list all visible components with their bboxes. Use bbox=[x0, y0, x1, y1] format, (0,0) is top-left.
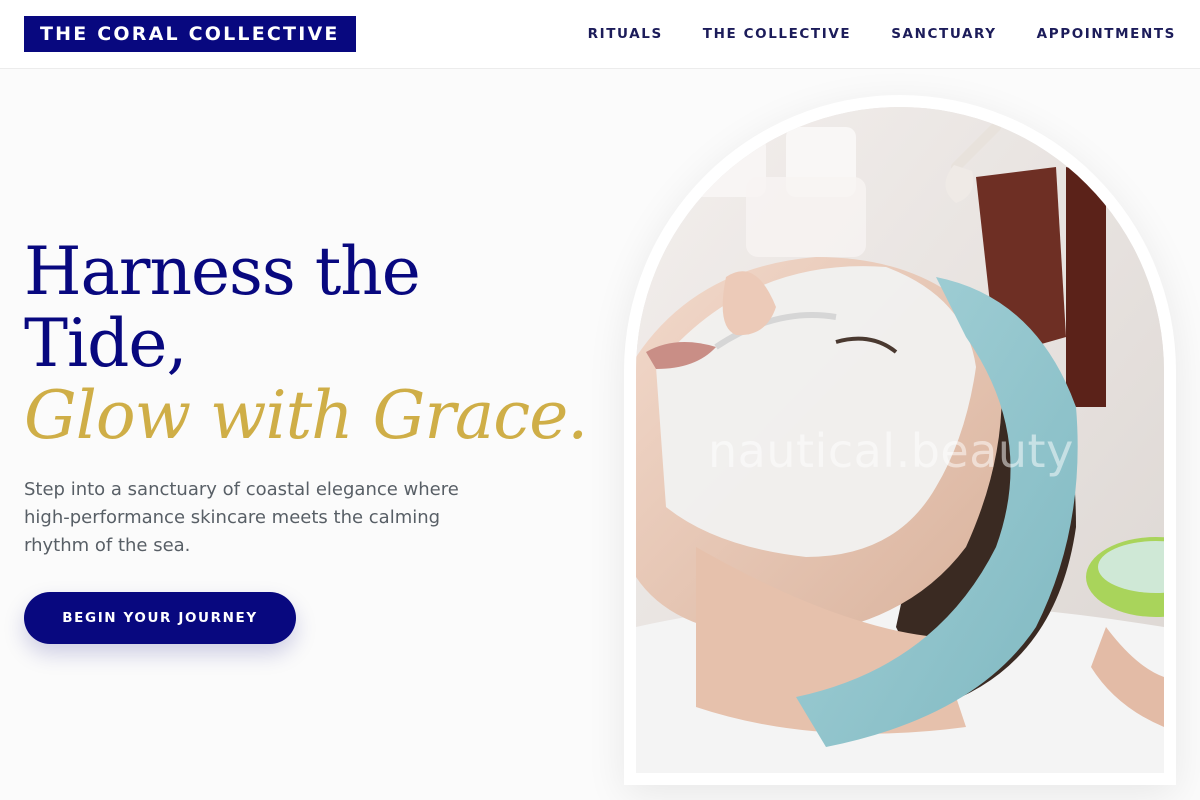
brand-logo[interactable]: THE CORAL COLLECTIVE bbox=[24, 16, 356, 52]
facial-treatment-image: nautical.beauty bbox=[636, 107, 1164, 773]
hero-subtext: Step into a sanctuary of coastal eleganc… bbox=[24, 479, 459, 556]
main-nav: RITUALS THE COLLECTIVE SANCTUARY APPOINT… bbox=[588, 24, 1176, 44]
hero-headline: Harness the Tide, Glow with Grace. bbox=[24, 233, 588, 454]
site-header: THE CORAL COLLECTIVE RITUALS THE COLLECT… bbox=[0, 0, 1200, 69]
headline-line-1: Harness the bbox=[24, 233, 421, 310]
image-watermark: nautical.beauty bbox=[708, 424, 1074, 478]
nav-link-rituals[interactable]: RITUALS bbox=[588, 24, 663, 44]
nav-link-sanctuary[interactable]: SANCTUARY bbox=[891, 24, 996, 44]
begin-journey-button[interactable]: BEGIN YOUR JOURNEY bbox=[24, 592, 296, 644]
nav-link-appointments[interactable]: APPOINTMENTS bbox=[1037, 24, 1176, 44]
nav-link-the-collective[interactable]: THE COLLECTIVE bbox=[703, 24, 851, 44]
headline-line-2: Tide, bbox=[24, 305, 187, 382]
headline-accent: Glow with Grace. bbox=[24, 377, 588, 454]
